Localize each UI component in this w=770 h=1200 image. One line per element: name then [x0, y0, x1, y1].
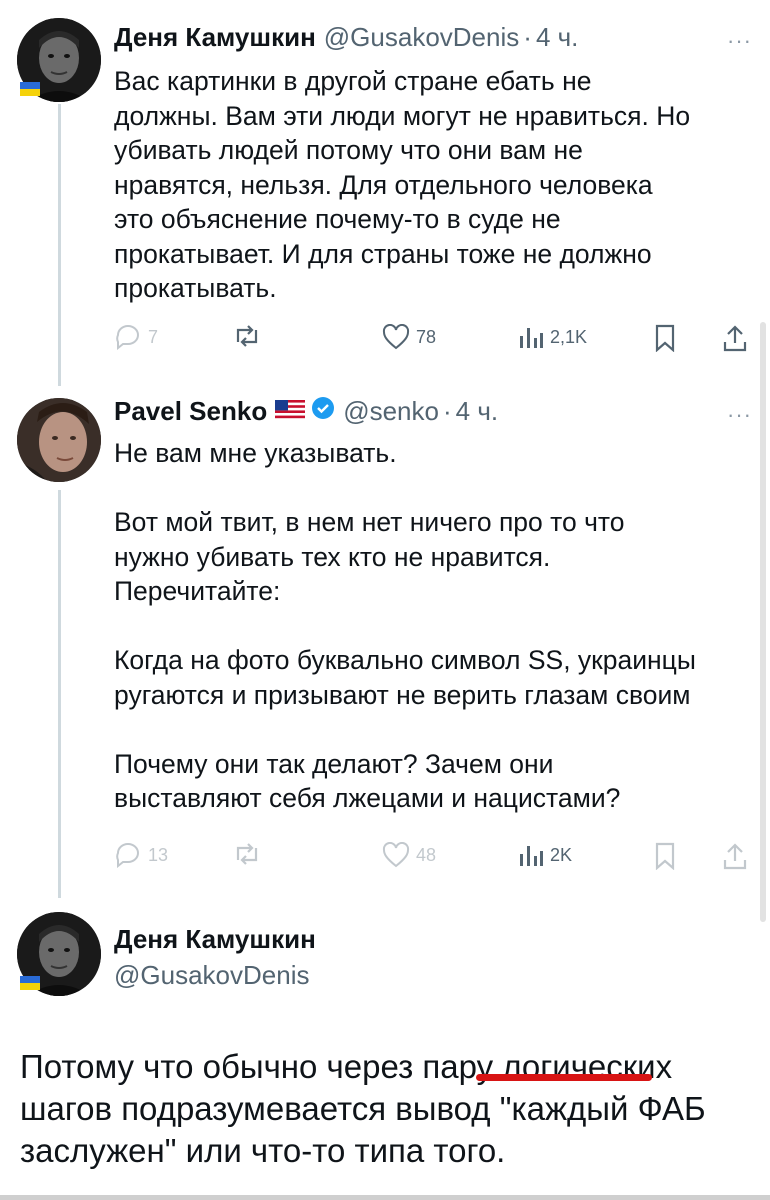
views-icon: [520, 328, 543, 348]
reply-count: 7: [148, 326, 159, 347]
tweet-text: Вас картинки в другой стране ебать не до…: [114, 66, 691, 303]
tweet-1[interactable]: Деня Камушкин @GusakovDenis · 4 ч. ··· В…: [0, 0, 770, 380]
reply-button[interactable]: 13: [114, 842, 168, 868]
like-count: 78: [416, 326, 437, 347]
verified-icon[interactable]: [311, 396, 335, 427]
bottom-divider: [0, 1195, 770, 1200]
like-count: 48: [416, 844, 437, 865]
views-button[interactable]: 2K: [518, 842, 572, 868]
retweet-icon: [236, 843, 258, 865]
tweet-text: Потому что обычно через пару логических …: [20, 1048, 706, 1169]
timestamp[interactable]: 4 ч.: [536, 22, 578, 53]
action-bar: 7 78 2,1K: [114, 324, 754, 354]
avatar[interactable]: [17, 398, 101, 482]
us-flag-icon: [275, 396, 306, 427]
separator: ·: [523, 22, 532, 52]
reply-count: 13: [148, 844, 169, 865]
share-icon: [723, 843, 747, 870]
timestamp[interactable]: 4 ч.: [456, 396, 498, 427]
reply-icon: [116, 325, 139, 350]
bookmark-icon: [655, 842, 675, 870]
ukraine-flag-badge: [20, 976, 40, 990]
author-handle[interactable]: @senko: [343, 396, 439, 427]
retweet-button[interactable]: [232, 324, 268, 348]
tweet-header: Деня Камушкин @GusakovDenis · 4 ч.: [114, 22, 578, 53]
like-icon: [382, 324, 410, 350]
bookmark-button[interactable]: [654, 324, 676, 352]
ukraine-flag-badge: [20, 82, 40, 96]
reply-button[interactable]: 7: [114, 324, 158, 350]
bookmark-icon: [655, 324, 675, 352]
avatar[interactable]: [17, 912, 101, 996]
tweet-header: Pavel Senko @senko · 4 ч.: [114, 396, 498, 427]
separator: ·: [442, 396, 452, 426]
share-icon: [723, 325, 747, 352]
more-options-icon[interactable]: ···: [727, 402, 752, 428]
retweet-icon: [236, 325, 258, 347]
author-handle[interactable]: @GusakovDenis: [114, 960, 309, 991]
author-name[interactable]: Деня Камушкин: [114, 22, 316, 53]
share-button[interactable]: [722, 324, 748, 352]
views-button[interactable]: 2,1K: [518, 324, 587, 350]
tweet-text: Не вам мне указывать. Вот мой твит, в не…: [114, 438, 696, 813]
reply-icon: [116, 843, 139, 868]
views-count: 2K: [550, 844, 573, 865]
like-button[interactable]: 78: [382, 324, 436, 350]
bookmark-button[interactable]: [654, 842, 676, 870]
red-underline-annotation: [476, 1074, 652, 1081]
views-icon: [520, 846, 543, 866]
like-button[interactable]: 48: [382, 842, 436, 868]
tweet-2[interactable]: Pavel Senko @senko · 4 ч. ··· Не вам мне…: [0, 384, 770, 884]
more-options-icon[interactable]: ···: [727, 28, 752, 54]
like-icon: [382, 842, 410, 868]
views-count: 2,1K: [550, 326, 588, 347]
retweet-button[interactable]: [232, 842, 262, 866]
author-name[interactable]: Деня Камушкин: [114, 924, 316, 955]
author-name[interactable]: Pavel Senko: [114, 396, 267, 427]
action-bar: 13 48 2K: [114, 842, 754, 872]
scrollbar[interactable]: [760, 322, 766, 922]
share-button[interactable]: [722, 842, 748, 870]
author-handle[interactable]: @GusakovDenis: [324, 22, 519, 53]
